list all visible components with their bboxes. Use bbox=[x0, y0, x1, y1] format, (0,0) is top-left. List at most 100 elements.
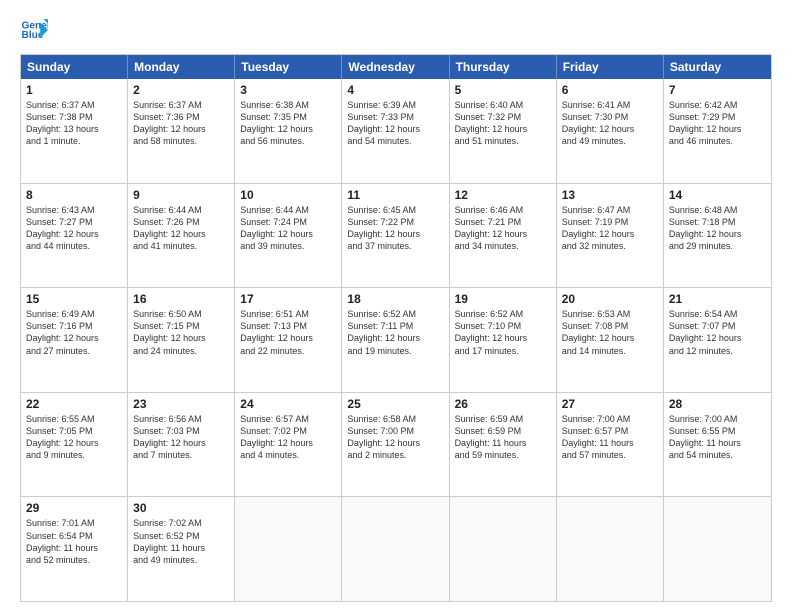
day-number: 30 bbox=[133, 501, 229, 515]
calendar-cell: 12 Sunrise: 6:46 AM Sunset: 7:21 PM Dayli… bbox=[450, 184, 557, 288]
day-number: 29 bbox=[26, 501, 122, 515]
calendar-cell: 24 Sunrise: 6:57 AM Sunset: 7:02 PM Dayli… bbox=[235, 393, 342, 497]
calendar-cell: 22 Sunrise: 6:55 AM Sunset: 7:05 PM Dayli… bbox=[21, 393, 128, 497]
day-number: 3 bbox=[240, 83, 336, 97]
calendar-row: 8Sunrise: 6:43 AM Sunset: 7:27 PM Daylig… bbox=[21, 183, 771, 288]
cell-text: Sunrise: 7:00 AM Sunset: 6:57 PM Dayligh… bbox=[562, 413, 658, 462]
calendar-cell: 3 Sunrise: 6:38 AM Sunset: 7:35 PM Daylig… bbox=[235, 79, 342, 183]
day-number: 4 bbox=[347, 83, 443, 97]
calendar-cell bbox=[235, 497, 342, 601]
cell-text: Sunrise: 6:44 AM Sunset: 7:26 PM Dayligh… bbox=[133, 204, 229, 253]
calendar-header-cell: Sunday bbox=[21, 55, 128, 79]
day-number: 20 bbox=[562, 292, 658, 306]
calendar-cell bbox=[342, 497, 449, 601]
calendar-cell: 23 Sunrise: 6:56 AM Sunset: 7:03 PM Dayli… bbox=[128, 393, 235, 497]
day-number: 7 bbox=[669, 83, 766, 97]
calendar-cell: 7 Sunrise: 6:42 AM Sunset: 7:29 PM Daylig… bbox=[664, 79, 771, 183]
cell-text: Sunrise: 6:55 AM Sunset: 7:05 PM Dayligh… bbox=[26, 413, 122, 462]
day-number: 6 bbox=[562, 83, 658, 97]
calendar-header-cell: Wednesday bbox=[342, 55, 449, 79]
calendar-cell: 28 Sunrise: 7:00 AM Sunset: 6:55 PM Dayli… bbox=[664, 393, 771, 497]
calendar-cell: 25 Sunrise: 6:58 AM Sunset: 7:00 PM Dayli… bbox=[342, 393, 449, 497]
day-number: 28 bbox=[669, 397, 766, 411]
page-header: General Blue bbox=[20, 16, 772, 44]
cell-text: Sunrise: 7:02 AM Sunset: 6:52 PM Dayligh… bbox=[133, 517, 229, 566]
cell-text: Sunrise: 6:45 AM Sunset: 7:22 PM Dayligh… bbox=[347, 204, 443, 253]
cell-text: Sunrise: 6:39 AM Sunset: 7:33 PM Dayligh… bbox=[347, 99, 443, 148]
cell-text: Sunrise: 6:52 AM Sunset: 7:10 PM Dayligh… bbox=[455, 308, 551, 357]
calendar-cell: 14 Sunrise: 6:48 AM Sunset: 7:18 PM Dayli… bbox=[664, 184, 771, 288]
day-number: 10 bbox=[240, 188, 336, 202]
logo-icon: General Blue bbox=[20, 16, 48, 44]
day-number: 1 bbox=[26, 83, 122, 97]
calendar-row: 1 Sunrise: 6:37 AM Sunset: 7:38 PM Daylig… bbox=[21, 79, 771, 183]
day-number: 12 bbox=[455, 188, 551, 202]
cell-text: Sunrise: 6:58 AM Sunset: 7:00 PM Dayligh… bbox=[347, 413, 443, 462]
day-number: 18 bbox=[347, 292, 443, 306]
cell-text: Sunrise: 6:38 AM Sunset: 7:35 PM Dayligh… bbox=[240, 99, 336, 148]
cell-text: Sunrise: 6:49 AM Sunset: 7:16 PM Dayligh… bbox=[26, 308, 122, 357]
cell-text: Sunrise: 7:00 AM Sunset: 6:55 PM Dayligh… bbox=[669, 413, 766, 462]
calendar-cell: 5 Sunrise: 6:40 AM Sunset: 7:32 PM Daylig… bbox=[450, 79, 557, 183]
calendar-header-cell: Saturday bbox=[664, 55, 771, 79]
day-number: 2 bbox=[133, 83, 229, 97]
day-number: 14 bbox=[669, 188, 766, 202]
day-number: 21 bbox=[669, 292, 766, 306]
calendar-cell: 16Sunrise: 6:50 AM Sunset: 7:15 PM Dayli… bbox=[128, 288, 235, 392]
cell-text: Sunrise: 6:59 AM Sunset: 6:59 PM Dayligh… bbox=[455, 413, 551, 462]
cell-text: Sunrise: 6:37 AM Sunset: 7:36 PM Dayligh… bbox=[133, 99, 229, 148]
day-number: 5 bbox=[455, 83, 551, 97]
day-number: 26 bbox=[455, 397, 551, 411]
calendar-cell: 21Sunrise: 6:54 AM Sunset: 7:07 PM Dayli… bbox=[664, 288, 771, 392]
day-number: 23 bbox=[133, 397, 229, 411]
day-number: 8 bbox=[26, 188, 122, 202]
calendar-cell: 11 Sunrise: 6:45 AM Sunset: 7:22 PM Dayli… bbox=[342, 184, 449, 288]
cell-text: Sunrise: 6:48 AM Sunset: 7:18 PM Dayligh… bbox=[669, 204, 766, 253]
calendar-cell: 29 Sunrise: 7:01 AM Sunset: 6:54 PM Dayli… bbox=[21, 497, 128, 601]
calendar-cell: 15 Sunrise: 6:49 AM Sunset: 7:16 PM Dayli… bbox=[21, 288, 128, 392]
calendar-cell: 26 Sunrise: 6:59 AM Sunset: 6:59 PM Dayli… bbox=[450, 393, 557, 497]
cell-text: Sunrise: 6:42 AM Sunset: 7:29 PM Dayligh… bbox=[669, 99, 766, 148]
calendar-header: SundayMondayTuesdayWednesdayThursdayFrid… bbox=[21, 55, 771, 79]
day-number: 22 bbox=[26, 397, 122, 411]
calendar-header-cell: Friday bbox=[557, 55, 664, 79]
day-number: 25 bbox=[347, 397, 443, 411]
calendar: SundayMondayTuesdayWednesdayThursdayFrid… bbox=[20, 54, 772, 602]
day-number: 24 bbox=[240, 397, 336, 411]
calendar-cell: 9Sunrise: 6:44 AM Sunset: 7:26 PM Daylig… bbox=[128, 184, 235, 288]
calendar-cell: 8Sunrise: 6:43 AM Sunset: 7:27 PM Daylig… bbox=[21, 184, 128, 288]
day-number: 15 bbox=[26, 292, 122, 306]
calendar-cell: 19Sunrise: 6:52 AM Sunset: 7:10 PM Dayli… bbox=[450, 288, 557, 392]
calendar-cell: 2 Sunrise: 6:37 AM Sunset: 7:36 PM Daylig… bbox=[128, 79, 235, 183]
cell-text: Sunrise: 6:46 AM Sunset: 7:21 PM Dayligh… bbox=[455, 204, 551, 253]
calendar-cell bbox=[450, 497, 557, 601]
cell-text: Sunrise: 6:44 AM Sunset: 7:24 PM Dayligh… bbox=[240, 204, 336, 253]
calendar-cell: 20 Sunrise: 6:53 AM Sunset: 7:08 PM Dayli… bbox=[557, 288, 664, 392]
calendar-cell: 4 Sunrise: 6:39 AM Sunset: 7:33 PM Daylig… bbox=[342, 79, 449, 183]
calendar-row: 15 Sunrise: 6:49 AM Sunset: 7:16 PM Dayli… bbox=[21, 287, 771, 392]
calendar-cell: 18Sunrise: 6:52 AM Sunset: 7:11 PM Dayli… bbox=[342, 288, 449, 392]
day-number: 11 bbox=[347, 188, 443, 202]
calendar-cell: 1 Sunrise: 6:37 AM Sunset: 7:38 PM Daylig… bbox=[21, 79, 128, 183]
cell-text: Sunrise: 6:47 AM Sunset: 7:19 PM Dayligh… bbox=[562, 204, 658, 253]
cell-text: Sunrise: 6:40 AM Sunset: 7:32 PM Dayligh… bbox=[455, 99, 551, 148]
day-number: 16 bbox=[133, 292, 229, 306]
cell-text: Sunrise: 6:37 AM Sunset: 7:38 PM Dayligh… bbox=[26, 99, 122, 148]
day-number: 17 bbox=[240, 292, 336, 306]
day-number: 27 bbox=[562, 397, 658, 411]
calendar-cell: 30 Sunrise: 7:02 AM Sunset: 6:52 PM Dayli… bbox=[128, 497, 235, 601]
cell-text: Sunrise: 6:41 AM Sunset: 7:30 PM Dayligh… bbox=[562, 99, 658, 148]
calendar-cell: 6 Sunrise: 6:41 AM Sunset: 7:30 PM Daylig… bbox=[557, 79, 664, 183]
cell-text: Sunrise: 6:57 AM Sunset: 7:02 PM Dayligh… bbox=[240, 413, 336, 462]
calendar-cell: 27 Sunrise: 7:00 AM Sunset: 6:57 PM Dayli… bbox=[557, 393, 664, 497]
cell-text: Sunrise: 6:56 AM Sunset: 7:03 PM Dayligh… bbox=[133, 413, 229, 462]
cell-text: Sunrise: 7:01 AM Sunset: 6:54 PM Dayligh… bbox=[26, 517, 122, 566]
calendar-header-cell: Tuesday bbox=[235, 55, 342, 79]
calendar-cell bbox=[557, 497, 664, 601]
logo: General Blue bbox=[20, 16, 52, 44]
calendar-row: 22 Sunrise: 6:55 AM Sunset: 7:05 PM Dayli… bbox=[21, 392, 771, 497]
cell-text: Sunrise: 6:53 AM Sunset: 7:08 PM Dayligh… bbox=[562, 308, 658, 357]
calendar-row: 29 Sunrise: 7:01 AM Sunset: 6:54 PM Dayli… bbox=[21, 496, 771, 601]
calendar-body: 1 Sunrise: 6:37 AM Sunset: 7:38 PM Daylig… bbox=[21, 79, 771, 601]
cell-text: Sunrise: 6:51 AM Sunset: 7:13 PM Dayligh… bbox=[240, 308, 336, 357]
